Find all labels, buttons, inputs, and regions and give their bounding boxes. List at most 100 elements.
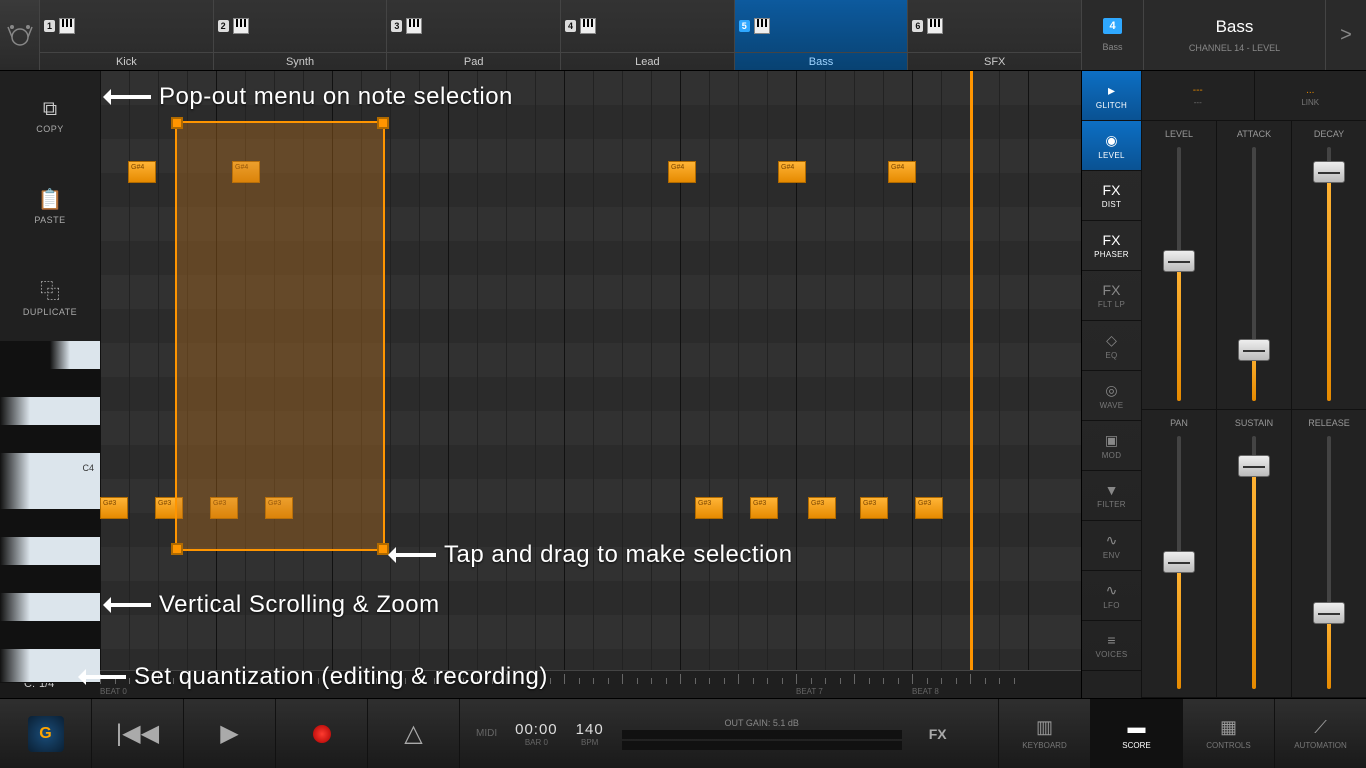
- fx-eq-button[interactable]: ◇EQ: [1082, 321, 1141, 371]
- slider-track[interactable]: [1327, 147, 1331, 401]
- note[interactable]: G#3: [860, 497, 888, 519]
- metronome-button[interactable]: △: [368, 699, 460, 768]
- paste-icon: 📋: [38, 187, 63, 212]
- fx-mod-button[interactable]: ▣MOD: [1082, 421, 1141, 471]
- drum-machine-icon[interactable]: [0, 0, 40, 70]
- track-slot-synth[interactable]: 2Synth: [214, 0, 388, 70]
- track-slots: 1Kick2Synth3Pad4Lead5Bass6SFX: [40, 0, 1082, 70]
- slider-thumb[interactable]: [1238, 455, 1270, 477]
- track-slot-pad[interactable]: 3Pad: [387, 0, 561, 70]
- paste-button[interactable]: 📋PASTE: [0, 161, 100, 251]
- slider-sustain[interactable]: SUSTAIN: [1216, 410, 1291, 699]
- note[interactable]: G#4: [128, 161, 156, 183]
- bpm-display[interactable]: 140BPM: [576, 721, 604, 747]
- glitch-label: GLITCH: [1096, 101, 1127, 110]
- slider-thumb[interactable]: [1163, 551, 1195, 573]
- mode-controls-button[interactable]: ▦CONTROLS: [1182, 699, 1274, 768]
- selection-box[interactable]: [175, 121, 385, 551]
- mixer-link-cell[interactable]: ...LINK: [1254, 71, 1366, 120]
- fx-level-button[interactable]: ◉LEVEL: [1082, 121, 1141, 171]
- selection-handle[interactable]: [377, 117, 389, 129]
- note[interactable]: G#3: [695, 497, 723, 519]
- mini-wave: [947, 11, 1077, 41]
- slider-attack[interactable]: ATTACK: [1216, 121, 1291, 410]
- slider-level[interactable]: LEVEL: [1141, 121, 1216, 410]
- track-slot-kick[interactable]: 1Kick: [40, 0, 214, 70]
- dist-icon: FX: [1103, 182, 1121, 198]
- piano-key[interactable]: [0, 649, 100, 683]
- slider-thumb[interactable]: [1163, 250, 1195, 272]
- selected-track-name: Bass: [1102, 42, 1122, 52]
- mini-wave: [253, 11, 383, 41]
- slider-thumb[interactable]: [1313, 602, 1345, 624]
- filter-label: FILTER: [1097, 500, 1126, 509]
- slider-track[interactable]: [1252, 147, 1256, 401]
- fltlp-label: FLT LP: [1098, 300, 1125, 309]
- selection-handle[interactable]: [171, 117, 183, 129]
- slider-release[interactable]: RELEASE: [1291, 410, 1366, 699]
- selected-track-chip[interactable]: 4 Bass: [1082, 0, 1144, 70]
- slider-thumb[interactable]: [1238, 339, 1270, 361]
- fx-dist-button[interactable]: FXDIST: [1082, 171, 1141, 221]
- track-slot-sfx[interactable]: 6SFX: [908, 0, 1082, 70]
- selection-handle[interactable]: [171, 543, 183, 555]
- channel-title: Bass CHANNEL 14 - LEVEL: [1144, 0, 1326, 70]
- track-number: 6: [912, 20, 923, 32]
- track-slot-bass[interactable]: 5Bass: [735, 0, 909, 70]
- fx-lfo-button[interactable]: ∿LFO: [1082, 571, 1141, 621]
- slider-track[interactable]: [1252, 436, 1256, 690]
- mode-score-button[interactable]: ▬SCORE: [1090, 699, 1182, 768]
- slider-track[interactable]: [1177, 436, 1181, 690]
- beat-label: BEAT 0: [100, 687, 127, 696]
- score-label: SCORE: [1122, 741, 1150, 750]
- keyboard-icon: ▥: [1036, 717, 1053, 738]
- slider-decay[interactable]: DECAY: [1291, 121, 1366, 410]
- fx-wave-button[interactable]: ◎WAVE: [1082, 371, 1141, 421]
- selection-handle[interactable]: [377, 543, 389, 555]
- fx-phaser-button[interactable]: FXPHASER: [1082, 221, 1141, 271]
- fx-env-button[interactable]: ∿ENV: [1082, 521, 1141, 571]
- mode-automation-button[interactable]: ⟋AUTOMATION: [1274, 699, 1366, 768]
- copy-button[interactable]: ⧉COPY: [0, 71, 100, 161]
- record-button[interactable]: [276, 699, 368, 768]
- track-label: Lead: [561, 52, 734, 70]
- note[interactable]: G#3: [808, 497, 836, 519]
- track-label: Bass: [735, 52, 908, 70]
- fx-voices-button[interactable]: ≡VOICES: [1082, 621, 1141, 671]
- slider-label: SUSTAIN: [1235, 418, 1273, 428]
- piano-key-strip[interactable]: C4: [0, 341, 100, 670]
- note[interactable]: G#4: [668, 161, 696, 183]
- selected-track-num: 4: [1103, 18, 1121, 34]
- track-slot-lead[interactable]: 4Lead: [561, 0, 735, 70]
- mode-keyboard-button[interactable]: ▥KEYBOARD: [998, 699, 1090, 768]
- duplicate-button[interactable]: ⿻DUPLICATE: [0, 251, 100, 341]
- next-channel-button[interactable]: >: [1326, 0, 1366, 70]
- rewind-button[interactable]: |◀◀: [92, 699, 184, 768]
- fx-fltlp-button[interactable]: FXFLT LP: [1082, 271, 1141, 321]
- beat-label: BEAT 7: [796, 687, 823, 696]
- play-button[interactable]: ▶: [184, 699, 276, 768]
- time-display[interactable]: 00:00BAR 0: [515, 721, 558, 747]
- app-logo[interactable]: G: [0, 699, 92, 768]
- note[interactable]: G#3: [915, 497, 943, 519]
- note[interactable]: G#4: [778, 161, 806, 183]
- slider-track[interactable]: [1327, 436, 1331, 690]
- phaser-label: PHASER: [1094, 250, 1129, 259]
- playhead[interactable]: [970, 71, 973, 670]
- midi-label: MIDI: [476, 728, 497, 739]
- fx-column: ▸GLITCH◉LEVELFXDISTFXPHASERFXFLT LP◇EQ◎W…: [1081, 71, 1141, 698]
- note[interactable]: G#3: [750, 497, 778, 519]
- copy-icon: ⧉: [43, 98, 57, 121]
- mixer-link-cell[interactable]: ------: [1141, 71, 1254, 120]
- note-grid[interactable]: G#4G#4G#4G#4G#4G#3G#3G#3G#3G#3G#3G#3G#3G…: [100, 71, 1081, 698]
- beat-ruler[interactable]: BEAT 0BEAT 7BEAT 8: [100, 670, 1081, 698]
- fx-glitch-button[interactable]: ▸GLITCH: [1082, 71, 1141, 121]
- fx-filter-button[interactable]: ▼FILTER: [1082, 471, 1141, 521]
- master-fx-button[interactable]: FX: [920, 726, 956, 742]
- note[interactable]: G#3: [100, 497, 128, 519]
- slider-track[interactable]: [1177, 147, 1181, 401]
- slider-pan[interactable]: PAN: [1141, 410, 1216, 699]
- slider-thumb[interactable]: [1313, 161, 1345, 183]
- channel-name: Bass: [1216, 17, 1254, 37]
- note[interactable]: G#4: [888, 161, 916, 183]
